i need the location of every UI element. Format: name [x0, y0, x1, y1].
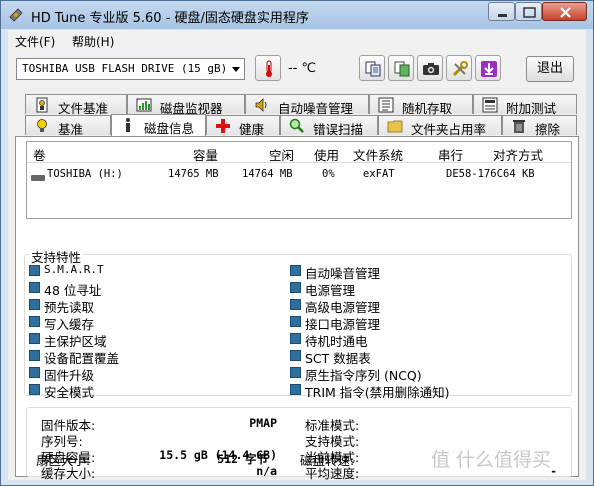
checkbox-filled-icon [29, 367, 40, 378]
checkbox-filled-icon [290, 350, 301, 361]
checkbox-filled-icon [290, 316, 301, 327]
tab-extra-tests[interactable]: 附加测试 [473, 94, 577, 116]
cell-volume: TOSHIBA (H:) [47, 168, 123, 180]
menu-help[interactable]: 帮助(H) [72, 33, 114, 50]
cell-free: 14764 MB [242, 168, 293, 180]
magnifier-icon [289, 118, 305, 137]
cell-capacity: 14765 MB [168, 168, 219, 180]
close-icon [560, 7, 571, 18]
hdtune-app-icon [9, 8, 23, 22]
drive-select[interactable]: TOSHIBA USB FLASH DRIVE (15 gB) [16, 58, 245, 80]
drive-table: 卷 容量 空闲 使用 文件系统 串行 对齐方式 TOSHIBA (H:) 147… [26, 141, 572, 219]
checkbox-filled-icon [29, 282, 40, 293]
tab-file-benchmark[interactable]: 文件基准 [25, 94, 127, 116]
toolbar: TOSHIBA USB FLASH DRIVE (15 gB) -- ℃ 退出 [8, 52, 586, 88]
health-cross-icon [215, 118, 231, 137]
copy-screen-icon [394, 61, 410, 77]
trash-icon [511, 118, 527, 137]
info-icon [120, 117, 136, 136]
checkbox-filled-icon [29, 333, 40, 344]
menu-file[interactable]: 文件(F) [15, 33, 55, 50]
download-icon [481, 61, 497, 77]
extra-tests-icon [482, 97, 498, 116]
cell-filesystem: exFAT [363, 168, 395, 180]
folder-icon [387, 118, 403, 137]
thermometer-icon [266, 60, 272, 77]
bulb-icon [34, 118, 50, 137]
cell-alignment: 64 KB [503, 168, 535, 180]
minimize-button[interactable] [488, 2, 515, 21]
app-window: HD Tune 专业版 5.60 - 硬盘/固态硬盘实用程序 文件(F) 帮助(… [0, 0, 594, 486]
tab-aam[interactable]: 自动噪音管理 [245, 94, 369, 116]
tab-disk-monitor[interactable]: 磁盘监视器 [127, 94, 245, 116]
checkbox-filled-icon [290, 265, 301, 276]
features-group: 支持特性 S.M.A.R.T 48 位寻址 预先读取 写入缓存 主保护区域 设备… [24, 247, 572, 400]
tab-random-access[interactable]: 随机存取 [369, 94, 473, 116]
exit-button[interactable]: 退出 [526, 56, 574, 82]
maximize-icon [523, 7, 536, 18]
firmware-value: PMAP [249, 416, 277, 430]
tab-disk-info[interactable]: 磁盘信息 [111, 114, 206, 136]
camera-icon [423, 63, 439, 75]
random-access-icon [378, 97, 394, 116]
tab-erase[interactable]: 擦除 [502, 115, 577, 137]
tab-folder-usage[interactable]: 文件夹占用率 [378, 115, 502, 137]
thermometer-button[interactable] [255, 55, 281, 81]
title-bar[interactable]: HD Tune 专业版 5.60 - 硬盘/固态硬盘实用程序 [1, 1, 593, 29]
screenshot-button[interactable] [417, 55, 443, 81]
tab-benchmark[interactable]: 基准 [25, 115, 111, 137]
disk-info-panel: 卷 容量 空闲 使用 文件系统 串行 对齐方式 TOSHIBA (H:) 147… [15, 136, 579, 481]
header-divider [27, 162, 571, 163]
checkbox-filled-icon [290, 333, 301, 344]
cell-used: 0% [322, 168, 335, 180]
maximize-button[interactable] [515, 2, 542, 21]
copy-screen-button[interactable] [388, 55, 414, 81]
temperature-readout: -- ℃ [288, 61, 317, 76]
checkbox-filled-icon [29, 299, 40, 310]
tab-error-scan[interactable]: 错误扫描 [280, 115, 378, 137]
minimize-icon [498, 14, 507, 17]
close-button[interactable] [542, 2, 587, 21]
options-button[interactable] [446, 55, 472, 81]
client-area: 文件(F) 帮助(H) TOSHIBA USB FLASH DRIVE (15 … [8, 30, 586, 481]
checkbox-filled-icon [290, 384, 301, 395]
file-benchmark-icon [34, 97, 50, 116]
sector-size-label: 扇区大小: [36, 453, 91, 468]
copy-text-button[interactable] [359, 55, 385, 81]
checkbox-filled-icon [29, 265, 40, 276]
drive-select-value: TOSHIBA USB FLASH DRIVE (15 gB) [22, 62, 228, 75]
save-download-button[interactable] [475, 55, 501, 81]
copy-text-icon [365, 61, 381, 77]
drive-icon [31, 172, 45, 184]
checkbox-filled-icon [290, 367, 301, 378]
tools-icon [452, 61, 468, 77]
menu-bar: 文件(F) 帮助(H) [8, 30, 586, 50]
window-title: HD Tune 专业版 5.60 - 硬盘/固态硬盘实用程序 [31, 11, 309, 26]
speaker-icon [254, 97, 270, 116]
checkbox-filled-icon [29, 350, 40, 361]
spindle-speed-label: 磁盘转速: [300, 453, 355, 468]
checkbox-filled-icon [290, 282, 301, 293]
checkbox-filled-icon [29, 316, 40, 327]
cell-serial: DE58-176C [446, 168, 503, 180]
chevron-down-icon [232, 67, 240, 72]
checkbox-filled-icon [29, 384, 40, 395]
checkbox-filled-icon [290, 299, 301, 310]
watermark: 值 什么值得买 [431, 449, 552, 471]
tab-health[interactable]: 健康 [206, 115, 280, 137]
sector-size-value: 512 字节 [217, 452, 268, 466]
